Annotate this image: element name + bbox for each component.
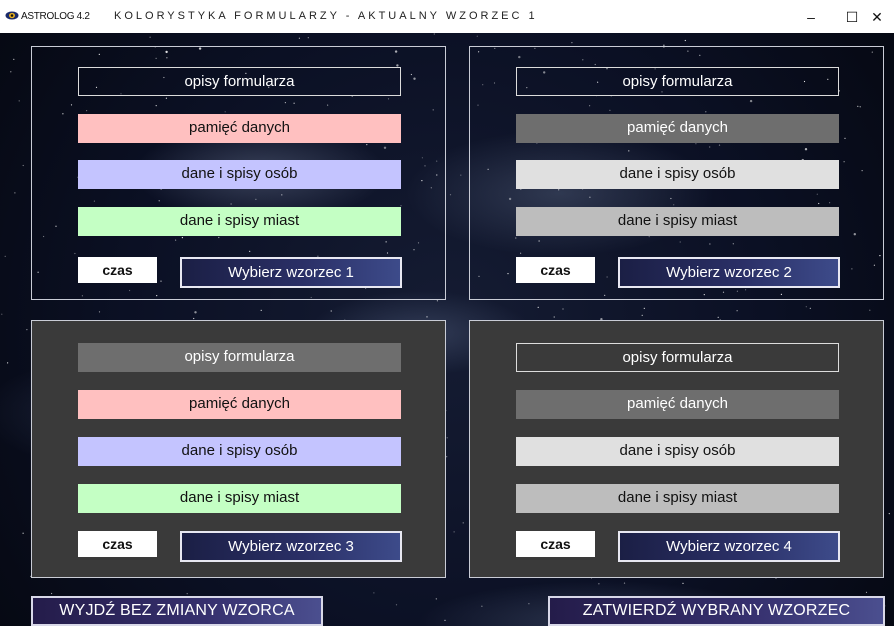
star <box>736 310 738 312</box>
star <box>433 33 435 35</box>
app-name: ASTROLOG 4.2 <box>21 11 90 22</box>
star <box>717 316 719 318</box>
bar-data-memory: pamięć danych <box>516 114 839 143</box>
bar-form-descriptions: opisy formularza <box>78 67 401 96</box>
star <box>426 316 428 318</box>
star <box>22 164 24 167</box>
star <box>888 513 890 515</box>
star <box>869 309 871 311</box>
bar-data-memory: pamięć danych <box>78 114 401 143</box>
star <box>51 592 53 595</box>
star <box>435 598 437 600</box>
star <box>13 58 15 60</box>
pattern-panel-1: opisy formularza pamięć danych dane i sp… <box>31 46 446 300</box>
star <box>10 71 12 73</box>
star <box>682 582 684 585</box>
time-label: czas <box>78 257 157 283</box>
star <box>260 309 262 311</box>
bar-form-descriptions: opisy formularza <box>516 343 839 372</box>
select-pattern-1-button[interactable]: Wybierz wzorzec 1 <box>180 257 402 288</box>
star <box>330 310 332 312</box>
minimize-button[interactable]: – <box>791 5 831 29</box>
star <box>149 36 151 38</box>
bar-cities-lists: dane i spisy miast <box>516 484 839 513</box>
star <box>809 307 811 309</box>
star <box>4 255 6 257</box>
star <box>373 592 375 594</box>
bar-data-memory: pamięć danych <box>78 390 401 419</box>
star <box>476 35 478 37</box>
select-pattern-2-button[interactable]: Wybierz wzorzec 2 <box>618 257 840 288</box>
star <box>553 316 555 318</box>
star <box>805 306 807 308</box>
star <box>865 591 868 594</box>
star <box>641 314 643 316</box>
star <box>298 37 300 39</box>
star <box>684 39 686 42</box>
pattern-panel-3: opisy formularza pamięć danych dane i sp… <box>31 320 446 578</box>
star <box>462 522 464 524</box>
star <box>194 311 197 314</box>
bar-form-descriptions: opisy formularza <box>516 67 839 96</box>
confirm-pattern-button[interactable]: ZATWIERDŹ WYBRANY WZORZEC <box>548 596 885 626</box>
bar-cities-lists: dane i spisy miast <box>78 207 401 236</box>
star <box>98 311 101 313</box>
star <box>18 100 20 102</box>
star <box>7 362 9 364</box>
star <box>186 593 188 595</box>
pattern-panel-4: opisy formularza pamięć danych dane i sp… <box>469 320 884 578</box>
select-pattern-3-button[interactable]: Wybierz wzorzec 3 <box>180 531 402 562</box>
bar-form-descriptions: opisy formularza <box>78 343 401 372</box>
star <box>1 313 3 315</box>
star <box>449 194 452 196</box>
title-bar: ASTROLOG 4.2 KOLORYSTYKA FORMULARZY - AK… <box>0 0 894 33</box>
bar-persons-lists: dane i spisy osób <box>78 437 401 466</box>
star <box>436 300 438 302</box>
star <box>562 308 564 310</box>
bar-persons-lists: dane i spisy osób <box>516 160 839 189</box>
bar-persons-lists: dane i spisy osób <box>516 437 839 466</box>
star <box>528 603 530 605</box>
time-label: czas <box>78 531 157 557</box>
bar-persons-lists: dane i spisy osób <box>78 160 401 189</box>
star <box>598 583 600 585</box>
star <box>446 437 448 439</box>
star <box>26 329 28 331</box>
eye-icon <box>5 11 19 20</box>
close-button[interactable]: ✕ <box>857 5 894 29</box>
star <box>444 619 446 621</box>
star <box>623 582 626 584</box>
star <box>446 456 448 458</box>
star <box>395 604 398 606</box>
select-pattern-4-button[interactable]: Wybierz wzorzec 4 <box>618 531 840 562</box>
star <box>460 174 462 176</box>
star <box>537 306 539 308</box>
bar-cities-lists: dane i spisy miast <box>78 484 401 513</box>
time-label: czas <box>516 531 595 557</box>
time-label: czas <box>516 257 595 283</box>
pattern-panel-2: opisy formularza pamięć danych dane i sp… <box>469 46 884 300</box>
star <box>22 532 24 534</box>
star <box>14 192 16 194</box>
star <box>453 531 455 533</box>
bar-data-memory: pamięć danych <box>516 390 839 419</box>
bar-cities-lists: dane i spisy miast <box>516 207 839 236</box>
star <box>307 37 309 39</box>
star <box>481 605 483 607</box>
star <box>643 307 645 309</box>
star <box>571 42 573 44</box>
exit-without-change-button[interactable]: WYJDŹ BEZ ZMIANY WZORCA <box>31 596 323 626</box>
window-title: KOLORYSTYKA FORMULARZY - AKTUALNY WZORZE… <box>114 10 538 22</box>
star <box>193 317 195 320</box>
